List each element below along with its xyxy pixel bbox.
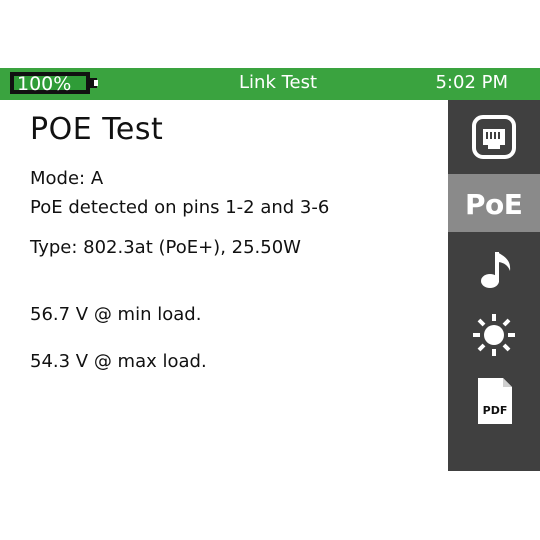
status-bar: 100% Link Test 5:02 PM xyxy=(0,68,540,100)
sidebar-item-link[interactable] xyxy=(448,108,540,166)
brightness-sun-icon xyxy=(473,314,515,356)
tester-screen: 100% Link Test 5:02 PM POE Test Mode: A … xyxy=(0,68,540,471)
status-title: Link Test xyxy=(239,72,318,93)
poe-detected-text: PoE detected on pins 1-2 and 3-6 xyxy=(30,197,330,218)
pdf-file-icon: PDF xyxy=(478,378,512,424)
music-note-icon xyxy=(481,252,511,288)
sidebar-item-brightness[interactable] xyxy=(448,306,540,364)
main-content: POE Test Mode: A PoE detected on pins 1-… xyxy=(0,100,448,471)
battery-tip xyxy=(88,78,98,88)
pdf-label: PDF xyxy=(483,404,508,417)
sidebar: PoE PDF xyxy=(448,100,540,471)
status-time: 5:02 PM xyxy=(435,72,508,93)
max-load-voltage: 54.3 V @ max load. xyxy=(30,351,207,372)
ethernet-port-icon xyxy=(472,115,516,159)
sidebar-item-poe[interactable]: PoE xyxy=(448,174,540,232)
min-load-voltage: 56.7 V @ min load. xyxy=(30,304,202,325)
sidebar-item-tone[interactable] xyxy=(448,240,540,298)
battery-indicator: 100% xyxy=(10,72,90,95)
battery-percentage: 100% xyxy=(17,73,72,95)
poe-type-text: Type: 802.3at (PoE+), 25.50W xyxy=(30,237,301,258)
mode-text: Mode: A xyxy=(30,168,104,189)
sidebar-item-label: PoE xyxy=(465,188,523,221)
page-title: POE Test xyxy=(30,112,164,147)
sidebar-item-pdf[interactable]: PDF xyxy=(448,372,540,430)
